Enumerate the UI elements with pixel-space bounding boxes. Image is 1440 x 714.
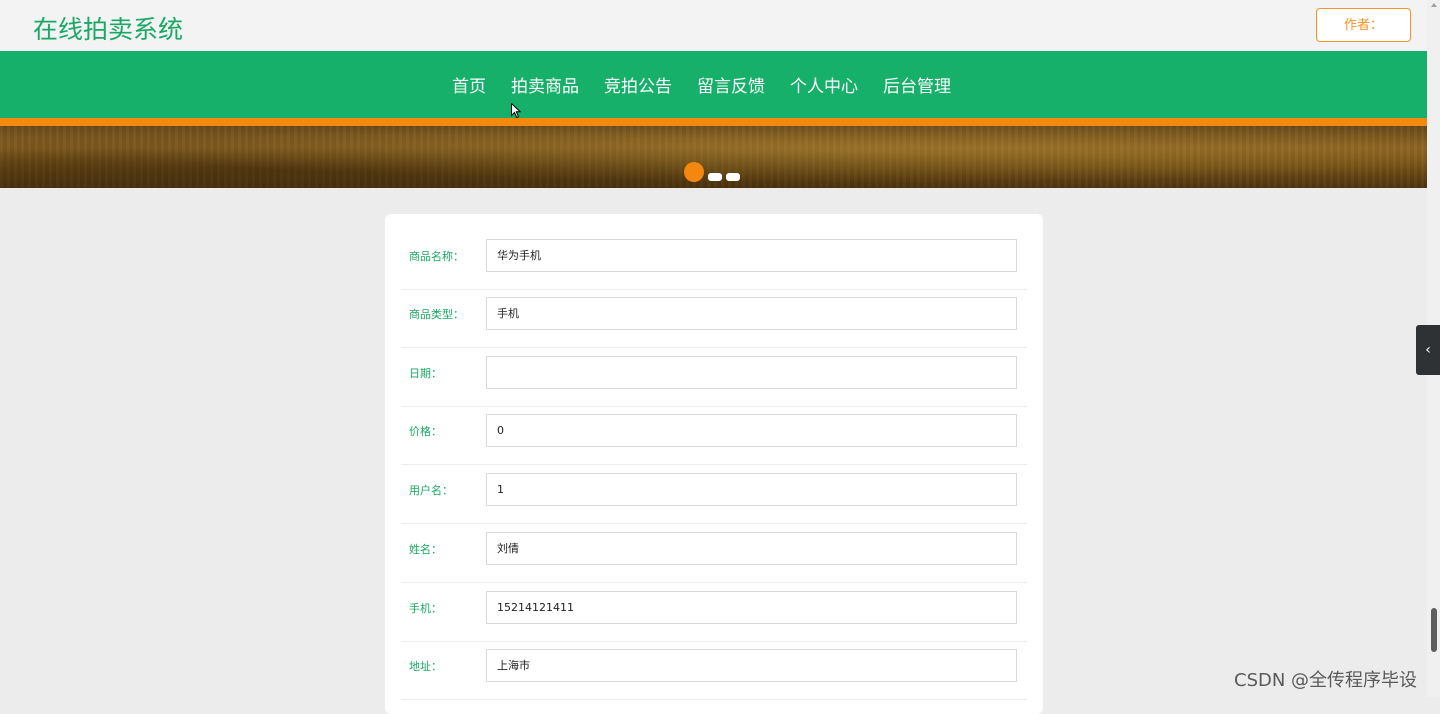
form-row-date: 日期： [401, 348, 1027, 407]
nav-item-home[interactable]: 首页 [440, 72, 499, 97]
scroll-up-arrow-icon[interactable] [1431, 3, 1437, 7]
username-input[interactable]: 1 [486, 473, 1017, 506]
goods-type-label: 商品类型： [409, 308, 464, 321]
carousel-dot-2[interactable] [708, 173, 722, 181]
nav-underline [0, 118, 1427, 126]
name-input[interactable]: 刘倩 [486, 532, 1017, 565]
goods-type-input[interactable]: 手机 [486, 297, 1017, 330]
author-button[interactable]: 作者：admin [1316, 8, 1411, 67]
form-row-goods-type: 商品类型： 手机 [401, 289, 1027, 348]
scroll-thumb[interactable] [1431, 608, 1437, 652]
detail-form: 商品名称： 华为手机 商品类型： 手机 日期： 价格： 0 用户名： 1 姓名：… [385, 214, 1043, 714]
phone-input[interactable]: 15214121411 [486, 591, 1017, 624]
form-row-price: 价格： 0 [401, 406, 1027, 465]
price-input[interactable]: 0 [486, 414, 1017, 447]
watermark-text: CSDN @全传程序毕设 [1234, 670, 1418, 691]
goods-name-label: 商品名称： [409, 250, 464, 263]
nav-item-admin[interactable]: 后台管理 [871, 72, 964, 97]
price-label: 价格： [409, 425, 442, 438]
username-label: 用户名： [409, 484, 453, 497]
site-title: 在线拍卖系统 [33, 15, 184, 44]
form-row-name: 姓名： 刘倩 [401, 524, 1027, 583]
carousel-dots [684, 162, 740, 182]
form-row-address: 地址： 上海市 [401, 641, 1027, 700]
phone-label: 手机： [409, 602, 442, 615]
date-label: 日期： [409, 367, 442, 380]
address-label: 地址： [409, 660, 442, 673]
top-header: 在线拍卖系统 作者：admin [0, 0, 1427, 67]
nav-item-bid-notice[interactable]: 竞拍公告 [592, 72, 685, 97]
nav-item-auction-goods[interactable]: 拍卖商品 [499, 72, 592, 97]
chevron-left-icon[interactable]: ‹ [1416, 325, 1440, 375]
form-row-username: 用户名： 1 [401, 465, 1027, 524]
main-nav: 首页 拍卖商品 竞拍公告 留言反馈 个人中心 后台管理 [0, 51, 1427, 118]
mouse-cursor-icon [511, 103, 521, 119]
date-input[interactable] [486, 356, 1017, 389]
form-row-phone: 手机： 15214121411 [401, 583, 1027, 642]
carousel-dot-1[interactable] [684, 162, 704, 182]
nav-item-user-center[interactable]: 个人中心 [778, 72, 871, 97]
address-input[interactable]: 上海市 [486, 649, 1017, 682]
name-label: 姓名： [409, 543, 442, 556]
goods-name-input[interactable]: 华为手机 [486, 239, 1017, 272]
form-row-goods-name: 商品名称： 华为手机 [401, 231, 1027, 290]
nav-item-feedback[interactable]: 留言反馈 [685, 72, 778, 97]
carousel-dot-3[interactable] [726, 173, 740, 181]
